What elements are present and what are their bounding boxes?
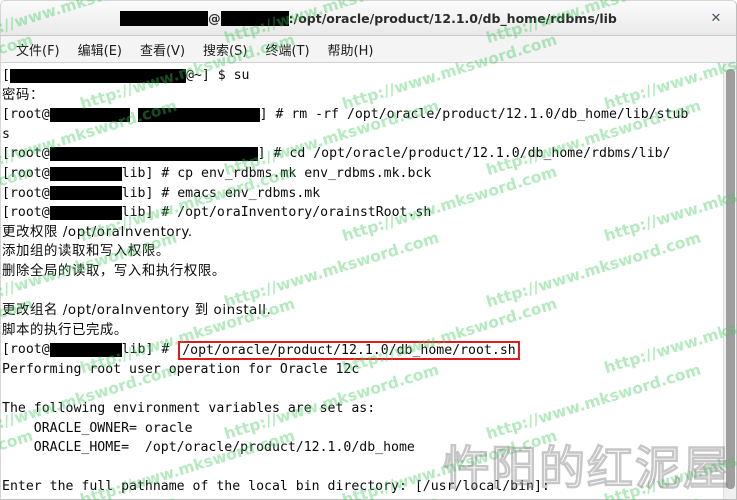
redacted-block (49, 205, 122, 220)
terminal-body: [ @ ~] $ su 密码： [root@ ] # rm -rf /opt/oracl… (0, 63, 737, 500)
terminal-line: [ @ ~] $ su (2, 66, 723, 86)
prompt-suffix: ~] (193, 68, 218, 83)
prompt-prefix: [root@ (2, 165, 50, 181)
terminal-line: The following environment variables are … (2, 399, 723, 419)
close-icon[interactable]: ✕ (705, 7, 727, 29)
prompt-prefix: [root@ (2, 107, 50, 123)
terminal-text: 脚本的执行已完成。 (2, 322, 128, 338)
terminal-line: [root@ lib] # cp env_rdbms.mk env_rdbms.m… (2, 164, 723, 184)
terminal-text: # cd /opt/oracle/product/12.1.0/db_home/… (273, 146, 671, 162)
menu-file[interactable]: 文件(F) (7, 38, 69, 61)
highlighted-command: /opt/oracle/product/12.1.0/db_home/root.… (178, 340, 520, 360)
terminal-text: s (2, 126, 10, 142)
prompt-suffix: lib] (121, 342, 162, 358)
terminal-text: Performing root user operation for Oracl… (2, 361, 360, 377)
redacted-block (137, 107, 260, 122)
terminal-line: 删除全局的读取，写入和执行权限。 (2, 262, 723, 282)
terminal-line: Enter the full pathname of the local bin… (2, 477, 723, 497)
menu-help[interactable]: 帮助(H) (319, 38, 383, 61)
terminal-text: Enter the full pathname of the local bin… (2, 479, 550, 495)
terminal-text: 更改组名 /opt/oraInventory 到 oinstall. (2, 303, 272, 319)
menu-bar: 文件(F) 编辑(E) 查看(V) 搜索(S) 终端(T) 帮助(H) (0, 36, 737, 63)
prompt-suffix: ] (257, 146, 274, 162)
terminal-line: Performing root user operation for Oracl… (2, 360, 723, 380)
terminal-text: 密码： (2, 87, 44, 103)
prompt-prefix: [root@ (2, 205, 50, 221)
prompt-at-symbol: @ (185, 68, 194, 83)
terminal-line: [root@ lib] # /opt/oraInventory/orainstRo… (2, 203, 723, 223)
terminal-line: 添加组的读取和写入权限。 (2, 242, 723, 262)
terminal-line: 更改组名 /opt/oraInventory 到 oinstall. (2, 301, 723, 321)
redacted-block (49, 147, 258, 162)
terminal-text: # (161, 342, 178, 358)
terminal-text: ORACLE_OWNER= oracle (2, 420, 193, 436)
terminal-line: ORACLE_HOME= /opt/oracle/product/12.1.0/… (2, 438, 723, 458)
prompt-prefix: [root@ (2, 342, 50, 358)
terminal-line: [root@ lib] # /opt/oracle/product/12.1.0/… (2, 340, 723, 360)
menu-view[interactable]: 查看(V) (131, 38, 194, 61)
redacted-username (120, 10, 209, 26)
terminal-text: # /opt/oraInventory/orainstRoot.sh (161, 205, 432, 221)
prompt-suffix: lib] (121, 165, 162, 181)
prompt-suffix: lib] (121, 205, 162, 221)
redacted-block (49, 186, 122, 201)
prompt-prefix: [ (2, 68, 10, 83)
terminal-line: 密码： (2, 86, 723, 106)
terminal-line: 脚本的执行已完成。 (2, 321, 723, 341)
title-bar: @ :/opt/oracle/product/12.1.0/db_home/rd… (0, 0, 737, 36)
terminal-text: $ su (217, 68, 250, 83)
terminal-line: [root@ ] # rm -rf /opt/oracle/product/12… (2, 105, 723, 125)
terminal-output[interactable]: [ @ ~] $ su 密码： [root@ ] # rm -rf /opt/oracl… (1, 63, 723, 499)
scrollbar-thumb[interactable] (726, 69, 735, 489)
terminal-text: # rm -rf /opt/oracle/product/12.1.0/db_h… (275, 107, 689, 123)
terminal-line: [root@ lib] # emacs env_rdbms.mk (2, 184, 723, 204)
prompt-spacer (130, 105, 138, 125)
terminal-text: 添加组的读取和写入权限。 (2, 244, 170, 260)
redacted-block (49, 166, 122, 181)
terminal-scrollbar[interactable] (723, 63, 736, 499)
terminal-line: s (2, 125, 723, 145)
terminal-text: 删除全局的读取，写入和执行权限。 (2, 263, 226, 279)
terminal-text: 更改权限 /opt/oraInventory. (2, 224, 193, 240)
prompt-prefix: [root@ (2, 185, 50, 201)
terminal-text: # emacs env_rdbms.mk (161, 185, 321, 201)
redacted-hostname (220, 10, 289, 26)
terminal-window: @ :/opt/oracle/product/12.1.0/db_home/rd… (0, 0, 737, 500)
prompt-suffix: ] (259, 107, 276, 123)
terminal-text: ORACLE_HOME= /opt/oracle/product/12.1.0/… (2, 440, 415, 456)
terminal-text: The following environment variables are … (2, 401, 376, 417)
menu-terminal[interactable]: 终端(T) (256, 38, 318, 61)
terminal-line: 更改权限 /opt/oraInventory. (2, 223, 723, 243)
terminal-line: [root@] # cd /opt/oracle/product/12.1.0/… (2, 144, 723, 164)
terminal-text: # cp env_rdbms.mk env_rdbms.mk.bck (161, 165, 432, 181)
redacted-block (49, 343, 122, 358)
prompt-suffix: lib] (121, 185, 162, 201)
window-title: @ :/opt/oracle/product/12.1.0/db_home/rd… (120, 10, 617, 26)
title-at-symbol: @ (208, 10, 221, 26)
redacted-block (9, 68, 186, 83)
redacted-block (49, 107, 130, 122)
menu-edit[interactable]: 编辑(E) (69, 38, 131, 61)
title-path: :/opt/oracle/product/12.1.0/db_home/rdbm… (288, 10, 617, 26)
terminal-line: ORACLE_OWNER= oracle (2, 419, 723, 439)
prompt-prefix: [root@ (2, 146, 50, 162)
menu-search[interactable]: 搜索(S) (194, 38, 256, 61)
